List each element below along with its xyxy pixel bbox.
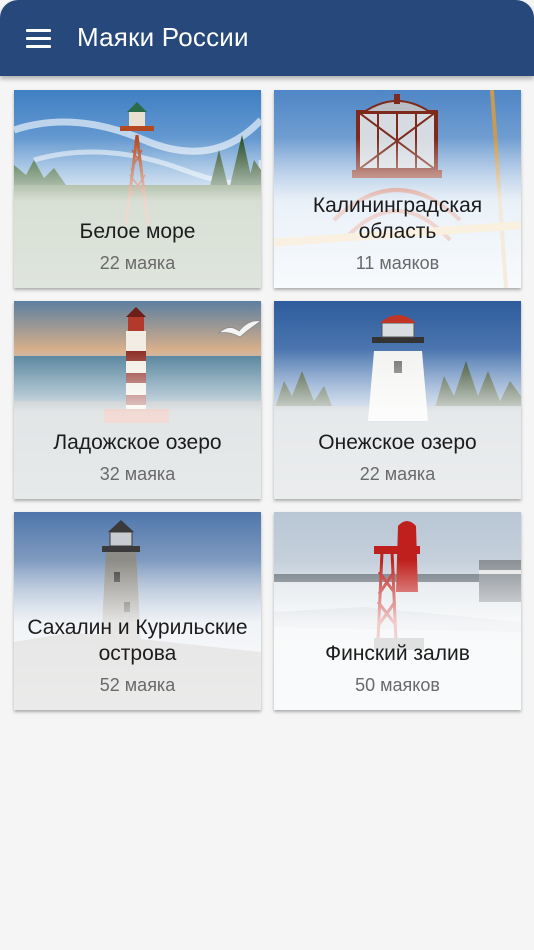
region-card-kaliningrad[interactable]: Калининградская область 11 маяков: [274, 90, 521, 288]
region-card-onega[interactable]: Онежское озеро 22 маяка: [274, 301, 521, 499]
lighthouse-count: 52 маяка: [99, 675, 176, 695]
region-title: Белое море: [79, 220, 196, 243]
card-caption: Калининградская область 11 маяков: [274, 193, 521, 274]
region-title: Сахалин и Курильские острова: [27, 616, 248, 665]
lighthouse-count: 32 маяка: [99, 464, 176, 484]
region-title: Ладожское озеро: [53, 431, 222, 454]
region-grid: Белое море 22 маяка Калининградская обла: [0, 0, 534, 950]
region-title: Онежское озеро: [318, 431, 477, 454]
card-caption: Онежское озеро 22 маяка: [274, 430, 521, 485]
hamburger-menu-icon[interactable]: [26, 27, 51, 49]
card-caption: Ладожское озеро 32 маяка: [14, 430, 261, 485]
region-title: Финский залив: [325, 642, 470, 665]
lighthouse-count: 22 маяка: [359, 464, 436, 484]
lighthouse-count: 22 маяка: [99, 253, 176, 273]
region-card-gulf-of-finland[interactable]: Финский залив 50 маяков: [274, 512, 521, 710]
region-card-white-sea[interactable]: Белое море 22 маяка: [14, 90, 261, 288]
lighthouse-count: 11 маяков: [355, 253, 440, 273]
region-card-ladoga[interactable]: Ладожское озеро 32 маяка: [14, 301, 261, 499]
region-title: Калининградская область: [312, 194, 483, 243]
app-bar: Маяки России: [0, 0, 534, 76]
app-title: Маяки России: [77, 22, 249, 52]
card-caption: Финский залив 50 маяков: [274, 641, 521, 696]
lighthouse-count: 50 маяков: [355, 675, 440, 695]
region-card-sakhalin[interactable]: Сахалин и Курильские острова 52 маяка: [14, 512, 261, 710]
card-caption: Сахалин и Курильские острова 52 маяка: [14, 615, 261, 696]
card-caption: Белое море 22 маяка: [14, 219, 261, 274]
